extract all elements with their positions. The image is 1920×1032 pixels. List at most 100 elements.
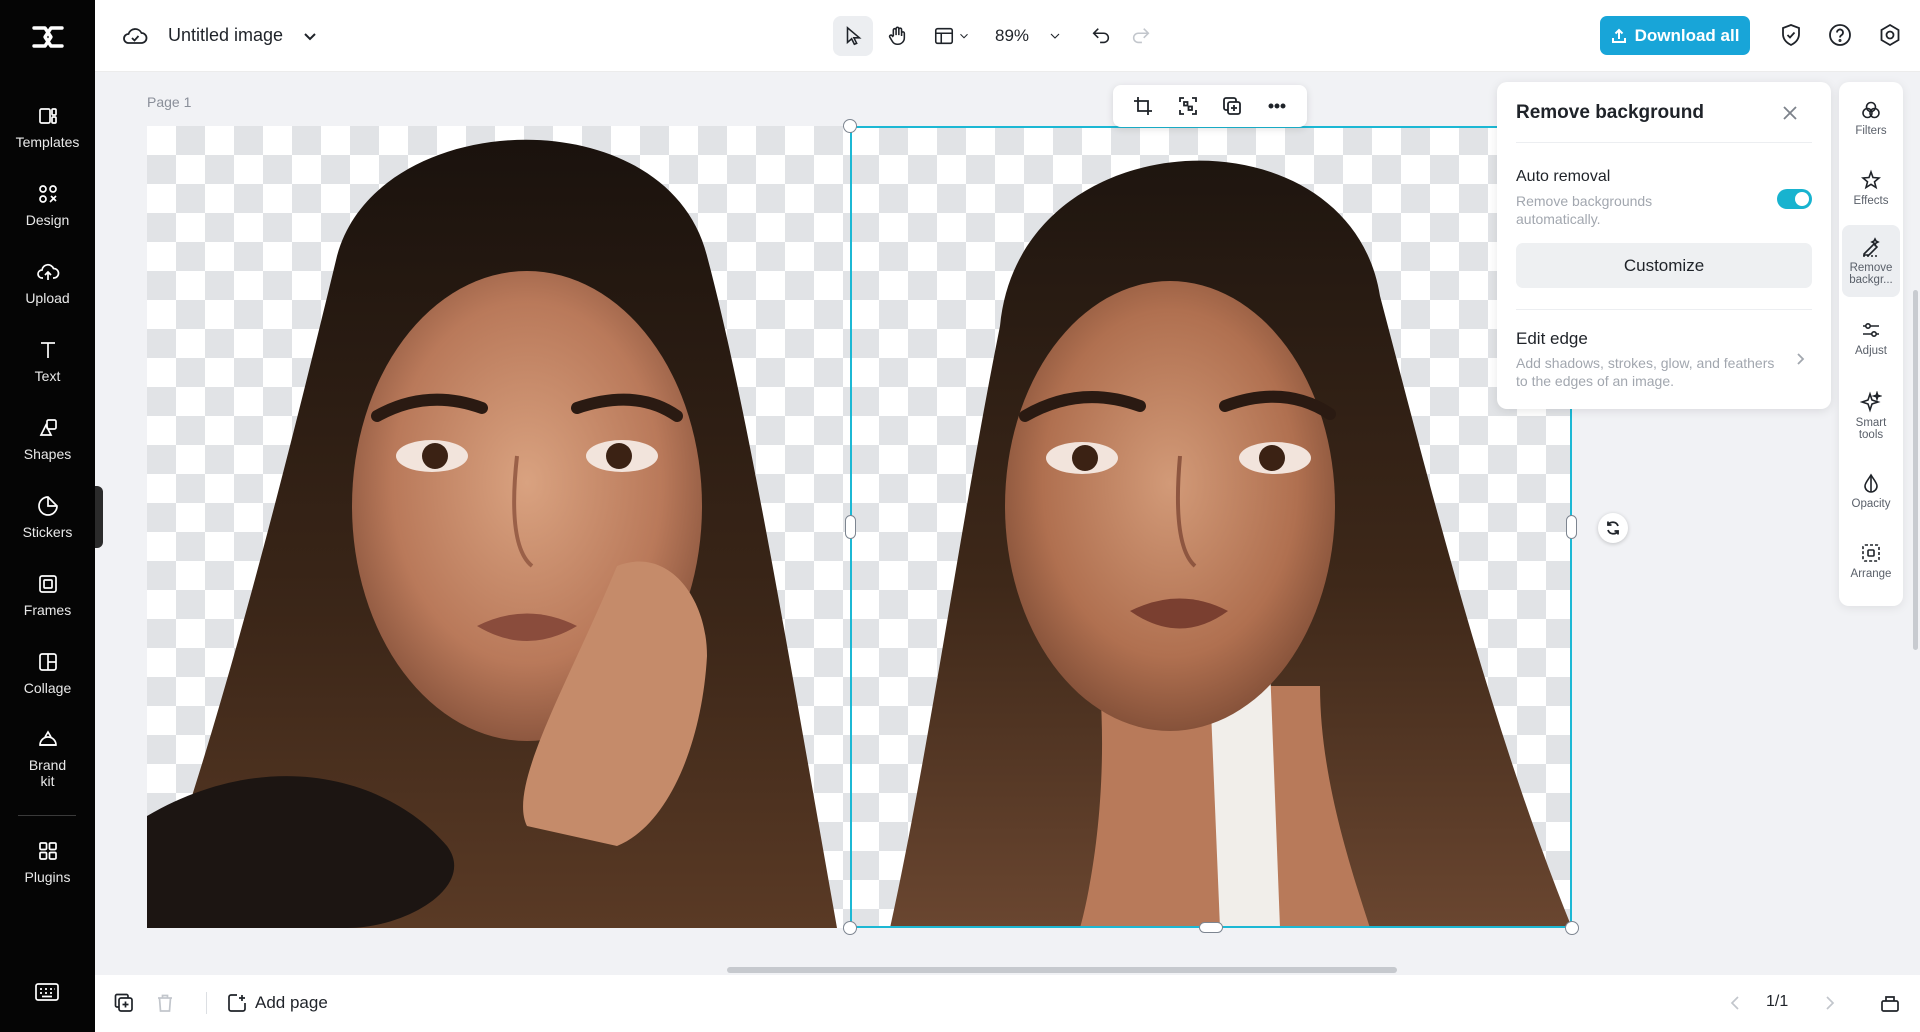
resize-handle-top-left[interactable]	[843, 119, 857, 133]
duplicate-button[interactable]	[1214, 88, 1250, 124]
smart-select-button[interactable]	[1170, 88, 1206, 124]
close-panel-button[interactable]	[1779, 102, 1801, 124]
vertical-scrollbar[interactable]	[1913, 290, 1918, 650]
collapse-pages-button[interactable]	[1879, 992, 1901, 1014]
sidebar-item-label: Brand kit	[28, 757, 67, 789]
frames-icon	[38, 575, 57, 593]
security-button[interactable]	[1778, 22, 1804, 48]
rail-item-effects[interactable]: Effects	[1842, 155, 1900, 221]
sidebar-item-upload[interactable]: Upload	[0, 248, 95, 318]
undo-button[interactable]	[1081, 16, 1121, 56]
cloud-sync-icon[interactable]	[122, 24, 148, 48]
rail-item-arrange[interactable]: Arrange	[1842, 528, 1900, 594]
chevron-down-icon	[1050, 33, 1060, 39]
auto-removal-description: Remove backgrounds automatically.	[1516, 193, 1653, 227]
redo-button[interactable]	[1121, 16, 1161, 56]
panel-divider	[1516, 142, 1812, 143]
duplicate-page-icon	[114, 993, 133, 1012]
chevron-down-icon	[960, 33, 968, 39]
opacity-drop-icon	[1864, 473, 1878, 493]
bottom-bar: Add page 1/1	[95, 975, 1920, 1032]
canvas-image-left[interactable]	[147, 126, 850, 928]
hand-tool-button[interactable]	[877, 16, 917, 56]
layout-icon	[934, 27, 954, 45]
duplicate-page-button[interactable]	[113, 992, 135, 1014]
previous-page-button[interactable]	[1724, 992, 1746, 1014]
sidebar-item-design[interactable]: Design	[0, 170, 95, 240]
magic-eraser-icon	[1863, 237, 1880, 257]
undo-icon	[1092, 28, 1110, 44]
crop-icon	[1134, 97, 1153, 115]
keyboard-shortcuts-button[interactable]	[32, 981, 62, 1003]
text-icon	[40, 342, 55, 358]
redo-icon	[1132, 28, 1150, 44]
resize-handle-bottom-left[interactable]	[843, 921, 857, 935]
add-page-button[interactable]: Add page	[227, 991, 328, 1015]
sidebar-item-brand-kit[interactable]: Brand kit	[0, 718, 95, 798]
settings-button[interactable]	[1877, 22, 1903, 48]
auto-removal-toggle[interactable]	[1777, 189, 1812, 209]
rail-item-opacity[interactable]: Opacity	[1842, 458, 1900, 524]
filters-icon	[1862, 101, 1880, 119]
resize-handle-right[interactable]	[1566, 515, 1577, 539]
download-all-label: Download all	[1634, 25, 1740, 45]
rail-item-label: Opacity	[1851, 498, 1891, 510]
download-all-button[interactable]: Download all	[1600, 16, 1750, 55]
zoom-level[interactable]: 89%	[995, 26, 1029, 46]
delete-page-button[interactable]	[154, 992, 176, 1014]
close-icon	[1783, 106, 1797, 120]
help-button[interactable]	[1827, 22, 1853, 48]
chevron-down-icon[interactable]	[302, 28, 318, 44]
panel-title: Remove background	[1516, 102, 1704, 123]
floating-image-toolbar	[1113, 85, 1307, 127]
portrait-photo-right	[890, 160, 1572, 928]
resize-handle-left[interactable]	[845, 515, 856, 539]
rail-item-filters[interactable]: Filters	[1842, 85, 1900, 151]
rail-item-label: Effects	[1853, 195, 1889, 207]
resize-handle-bottom[interactable]	[1199, 922, 1223, 933]
rail-item-label: Filters	[1855, 125, 1887, 137]
resize-handle-bottom-right[interactable]	[1565, 921, 1579, 935]
collage-icon	[38, 653, 57, 671]
duplicate-icon	[1223, 97, 1242, 115]
help-icon	[1829, 24, 1851, 46]
zoom-menu-button[interactable]	[1043, 16, 1067, 56]
sidebar-collapse-handle[interactable]	[95, 486, 103, 548]
canvas-image-right-selected[interactable]	[850, 126, 1572, 928]
pages-panel-icon	[1881, 996, 1899, 1012]
add-page-icon	[228, 994, 246, 1012]
more-horizontal-icon	[1268, 103, 1286, 109]
edit-edge-description: Add shadows, strokes, glow, and feathers…	[1516, 355, 1775, 389]
chevron-right-icon	[1826, 996, 1835, 1010]
rail-item-adjust[interactable]: Adjust	[1842, 305, 1900, 371]
select-tool-button[interactable]	[833, 16, 873, 56]
shield-check-icon	[1782, 24, 1800, 47]
canvas-tools: 89%	[833, 16, 1161, 56]
crop-button[interactable]	[1125, 88, 1161, 124]
sidebar-item-label: Stickers	[22, 524, 73, 540]
customize-button[interactable]: Customize	[1516, 243, 1812, 288]
trash-icon	[158, 994, 172, 1012]
rail-item-smart-tools[interactable]: Smart tools	[1842, 378, 1900, 454]
upload-cloud-icon	[36, 263, 59, 280]
sidebar-item-collage[interactable]: Collage	[0, 638, 95, 708]
rotate-handle[interactable]	[1598, 513, 1628, 543]
remove-background-panel: Remove background Auto removal Remove ba…	[1497, 82, 1831, 409]
rail-item-remove-background[interactable]: Remove backgr...	[1842, 225, 1900, 297]
sidebar-item-plugins[interactable]: Plugins	[0, 827, 95, 897]
horizontal-scrollbar[interactable]	[727, 967, 1397, 973]
rail-item-label: Remove backgr...	[1849, 262, 1893, 286]
rotate-icon	[1607, 521, 1619, 535]
document-title[interactable]: Untitled image	[168, 25, 283, 46]
app-logo[interactable]	[0, 14, 95, 60]
next-page-button[interactable]	[1819, 992, 1841, 1014]
sidebar-item-text[interactable]: Text	[0, 326, 95, 396]
sidebar-item-shapes[interactable]: Shapes	[0, 404, 95, 474]
design-icon	[38, 185, 57, 203]
layout-menu-button[interactable]	[929, 16, 975, 56]
sidebar-item-stickers[interactable]: Stickers	[0, 482, 95, 552]
sidebar-item-templates[interactable]: Templates	[0, 92, 95, 162]
more-options-button[interactable]	[1259, 88, 1295, 124]
sidebar-item-label: Collage	[23, 680, 72, 696]
sidebar-item-frames[interactable]: Frames	[0, 560, 95, 630]
